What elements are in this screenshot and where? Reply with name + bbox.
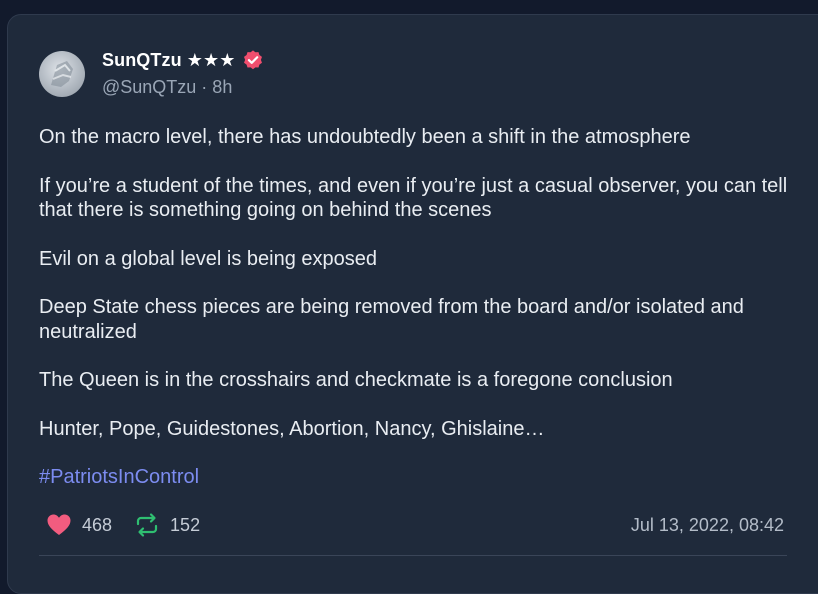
author-name-row: SunQTzu ★★★	[102, 49, 264, 71]
verified-badge-icon	[242, 49, 264, 71]
like-count: 468	[82, 514, 113, 535]
post-paragraph: If you’re a student of the times, and ev…	[39, 174, 788, 222]
repost-button[interactable]: 152	[134, 512, 200, 538]
avatar[interactable]	[39, 51, 85, 97]
post-card: SunQTzu ★★★ @SunQTzu · 8h On the macro l…	[7, 14, 818, 594]
avatar-image	[51, 61, 73, 87]
post-actions: 468 152	[46, 512, 200, 538]
post-paragraph: Hunter, Pope, Guidestones, Abortion, Nan…	[39, 417, 545, 440]
post-paragraph: The Queen is in the crosshairs and check…	[39, 369, 673, 391]
post-paragraph: Deep State chess pieces are being remove…	[39, 296, 744, 343]
hashtag-link[interactable]: #PatriotsInControl	[39, 465, 799, 489]
post-paragraph: On the macro level, there has undoubtedl…	[39, 126, 691, 148]
post-body: On the macro level, there has undoubtedl…	[39, 125, 799, 489]
divider	[39, 555, 787, 556]
post-paragraph: Evil on a global level is being exposed	[39, 247, 377, 270]
heart-icon	[46, 513, 72, 537]
post-timestamp[interactable]: Jul 13, 2022, 08:42	[631, 515, 784, 536]
author-display-name[interactable]: SunQTzu ★★★	[102, 50, 236, 71]
like-button[interactable]: 468	[46, 513, 112, 537]
repost-icon	[134, 512, 160, 538]
author-handle-time[interactable]: @SunQTzu · 8h	[102, 77, 232, 98]
repost-count: 152	[170, 514, 201, 535]
